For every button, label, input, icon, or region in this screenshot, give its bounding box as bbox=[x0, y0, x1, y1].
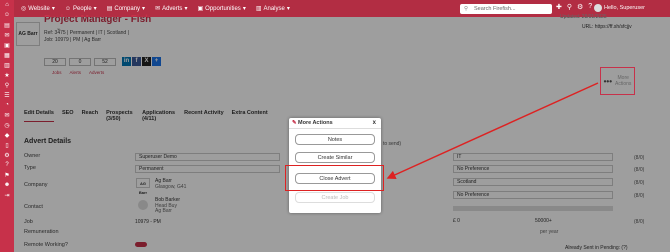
annotation-arrow bbox=[386, 82, 599, 180]
